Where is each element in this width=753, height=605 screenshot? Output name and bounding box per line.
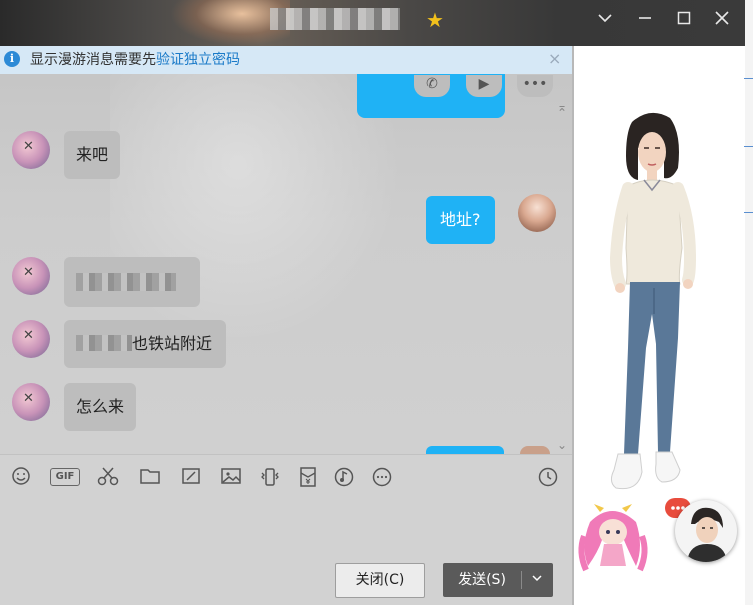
message-bubble-blurred[interactable] xyxy=(64,257,200,307)
info-icon: i xyxy=(4,51,20,67)
history-clock-icon[interactable] xyxy=(537,466,559,488)
shake-icon[interactable] xyxy=(258,466,282,488)
gif-label: GIF xyxy=(55,471,75,482)
phone-icon[interactable]: ✆ xyxy=(414,75,450,97)
send-options-chevron-icon[interactable] xyxy=(525,563,549,597)
contact-avatar[interactable]: ✕ xyxy=(12,257,50,295)
close-icon[interactable] xyxy=(709,10,735,32)
blurred-text xyxy=(76,335,132,351)
message-bubble[interactable]: 也铁站附近 xyxy=(64,320,227,368)
message-bubble-partial xyxy=(426,446,504,454)
close-button[interactable]: 关闭(C) xyxy=(335,563,425,598)
notice-text: 显示漫游消息需要先验证独立密码 xyxy=(30,51,240,69)
contact-name-blurred xyxy=(270,8,400,30)
more-icon[interactable] xyxy=(371,466,393,488)
image-icon[interactable] xyxy=(219,466,243,488)
music-icon[interactable] xyxy=(333,466,355,488)
chibi-girl-avatar[interactable] xyxy=(574,500,652,578)
red-packet-icon[interactable] xyxy=(297,466,319,488)
chevron-down-icon[interactable] xyxy=(592,10,618,32)
input-toolbar xyxy=(0,454,572,499)
background-window-line xyxy=(744,212,753,213)
background-window-line xyxy=(744,78,753,79)
message-bubble[interactable]: 来吧 xyxy=(64,131,121,179)
video-call-icon[interactable]: ▶ xyxy=(466,75,502,97)
send-button-divider xyxy=(521,571,522,589)
notice-close-button[interactable]: × xyxy=(548,49,561,69)
send-button-label: 发送(S) xyxy=(458,572,506,588)
verify-password-link[interactable]: 验证独立密码 xyxy=(156,52,240,68)
scissors-icon[interactable] xyxy=(96,466,120,488)
self-avatar[interactable] xyxy=(518,194,556,232)
gif-icon[interactable]: GIF xyxy=(50,468,80,486)
contact-avatar[interactable]: ✕ xyxy=(12,131,50,169)
contact-avatar[interactable]: ✕ xyxy=(12,320,50,358)
girl-avatar-show[interactable] xyxy=(598,108,708,498)
notice-message: 显示漫游消息需要先 xyxy=(30,52,156,68)
message-text: 来吧 xyxy=(76,145,109,164)
self-avatar-partial xyxy=(520,446,550,454)
message-text: 也铁站附近 xyxy=(132,334,213,353)
blurred-text xyxy=(76,273,176,291)
message-text: 地址? xyxy=(440,210,481,229)
background-window-line xyxy=(744,146,753,147)
message-bubble-self[interactable]: 地址? xyxy=(426,196,495,244)
image-edit-icon[interactable] xyxy=(179,466,203,488)
more-options-icon[interactable]: ••• xyxy=(517,75,553,97)
send-button[interactable]: 发送(S) xyxy=(443,563,553,597)
collapse-icon[interactable]: ⌅ xyxy=(557,100,567,114)
folder-icon[interactable] xyxy=(138,466,162,488)
boy-avatar[interactable] xyxy=(675,500,737,562)
desktop-background xyxy=(745,0,753,605)
contact-avatar[interactable]: ✕ xyxy=(12,383,50,421)
smile-icon[interactable] xyxy=(10,466,32,488)
message-bubble[interactable]: 怎么来 xyxy=(64,383,137,431)
expand-icon[interactable]: ⌄ xyxy=(557,438,567,452)
maximize-icon[interactable] xyxy=(671,10,697,32)
minimize-icon[interactable] xyxy=(632,10,658,32)
message-text: 怎么来 xyxy=(76,397,125,416)
star-icon[interactable]: ★ xyxy=(426,9,444,31)
